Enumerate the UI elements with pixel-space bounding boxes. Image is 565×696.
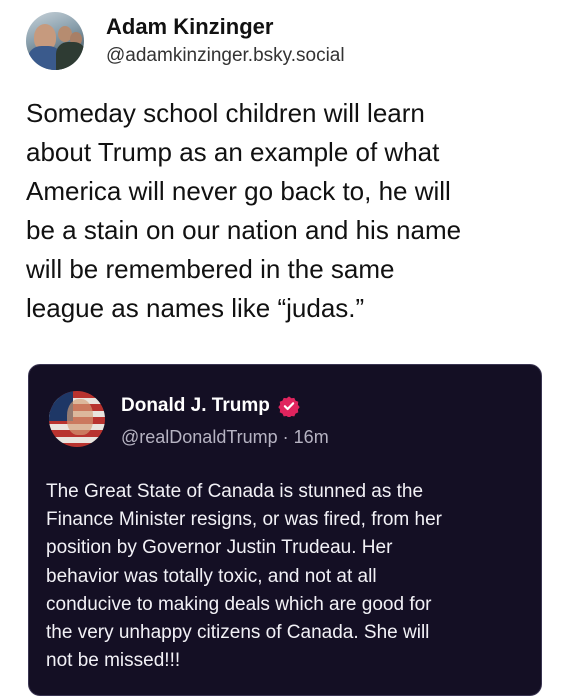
quoted-post-text: The Great State of Canada is stunned as …	[46, 478, 526, 675]
author-handle[interactable]: @adamkinzinger.bsky.social	[106, 45, 345, 67]
quoted-text-line: conducive to making deals which are good…	[46, 593, 432, 615]
quoted-text-line: position by Governor Justin Trudeau. Her	[46, 537, 393, 559]
post-text-line: Someday school children will learn	[26, 98, 425, 128]
quoted-author-handle[interactable]: @realDonaldTrump	[121, 427, 278, 447]
quoted-author-meta: @realDonaldTrump · 16m	[121, 427, 329, 448]
quoted-text-line: not be missed!!!	[46, 650, 181, 672]
post-text-line: about Trump as an example of what	[26, 137, 440, 167]
post-text-line: be a stain on our nation and his name	[26, 215, 462, 245]
verified-badge-icon	[278, 396, 300, 417]
post-text-line: league as names like “judas.”	[26, 293, 365, 323]
quoted-author-avatar[interactable]	[49, 391, 105, 447]
meta-separator: ·	[277, 427, 294, 447]
quoted-post-card[interactable]: Donald J. Trump @realDonaldTrump · 16m T…	[28, 364, 542, 696]
post-text-line: America will never go back to, he will	[26, 176, 451, 206]
post-timestamp[interactable]: 16m	[294, 427, 329, 447]
quoted-text-line: Finance Minister resigns, or was fired, …	[46, 509, 442, 531]
quoted-text-line: the very unhappy citizens of Canada. She…	[46, 622, 430, 644]
quoted-author-name[interactable]: Donald J. Trump	[121, 395, 270, 417]
author-avatar[interactable]	[26, 12, 84, 70]
quoted-text-line: The Great State of Canada is stunned as …	[46, 481, 424, 502]
post-text-line: will be remembered in the same	[26, 254, 395, 284]
post-text: Someday school children will learn about…	[26, 94, 546, 328]
author-name[interactable]: Adam Kinzinger	[106, 14, 273, 40]
quoted-text-line: behavior was totally toxic, and not at a…	[46, 565, 377, 587]
